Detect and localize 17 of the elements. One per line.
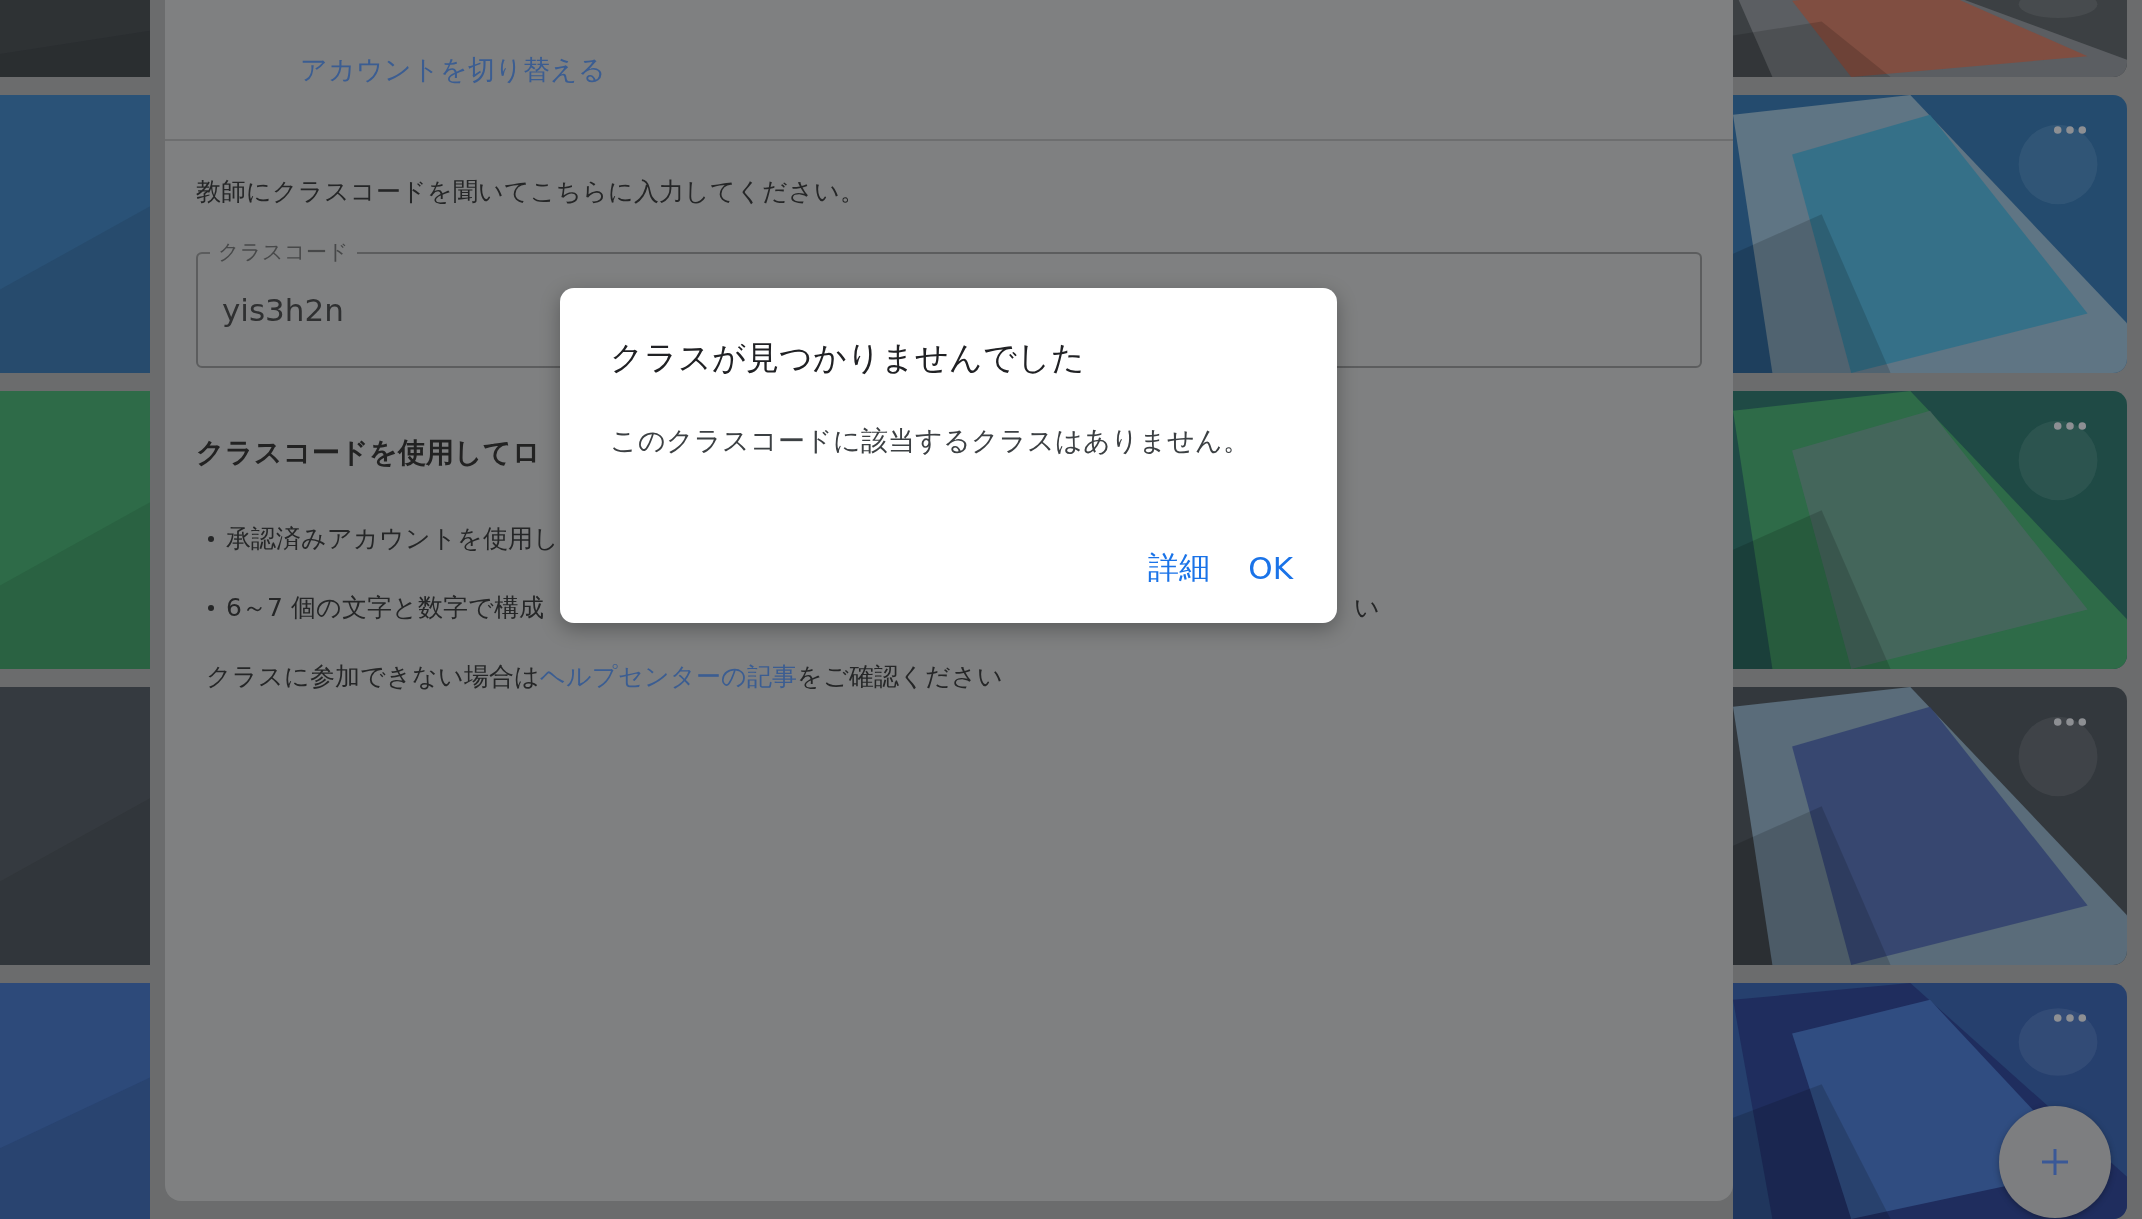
bullet-text: 6～7 個の文字と数字で構成: [226, 592, 544, 624]
more-options-icon[interactable]: [2053, 1013, 2087, 1023]
section-heading: クラスコードを使用してロ: [196, 435, 541, 471]
instruction-text: 教師にクラスコードを聞いてこちらに入力してください。: [196, 176, 866, 208]
more-options-icon[interactable]: [2053, 421, 2087, 431]
plus-icon: [2040, 1147, 2070, 1177]
bullet-icon: [208, 604, 214, 611]
bullet-text: 承認済みアカウントを使用し: [226, 523, 559, 555]
more-options-icon[interactable]: [2053, 125, 2087, 135]
bullet-text: い: [1354, 592, 1380, 624]
details-button[interactable]: 詳細: [1144, 543, 1215, 593]
more-options-icon[interactable]: [2053, 717, 2087, 727]
help-text: クラスに参加できない場合はヘルプセンターの記事をご確認ください: [206, 661, 1004, 693]
bullet-icon: [208, 535, 214, 542]
dialog-title: クラスが見つかりませんでした: [610, 337, 1086, 379]
ok-button[interactable]: OK: [1244, 543, 1297, 593]
dialog-message: このクラスコードに該当するクラスはありません。: [610, 424, 1251, 458]
